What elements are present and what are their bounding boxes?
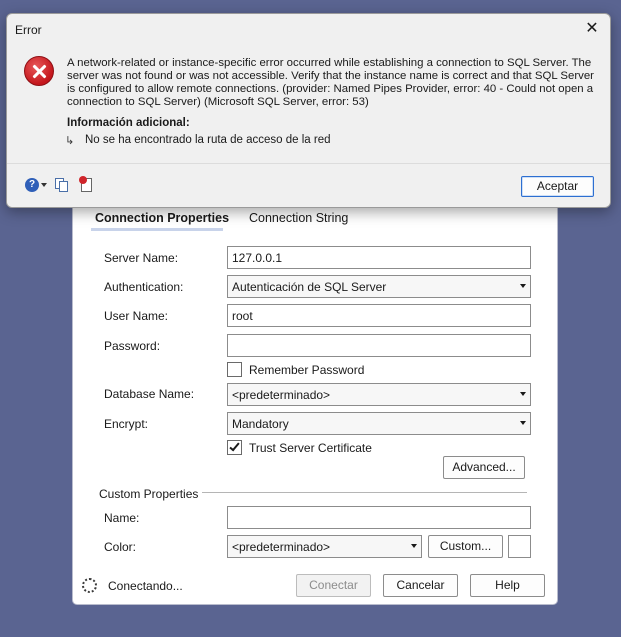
custom-name-label: Name: [104,511,140,525]
advanced-button[interactable]: Advanced... [443,456,525,479]
custom-color-button[interactable]: Custom... [428,535,503,558]
database-name-select[interactable]: <predeterminado> [227,383,531,406]
authentication-value: Autenticación de SQL Server [232,280,387,294]
custom-properties-title: Custom Properties [99,487,199,501]
custom-properties-divider [202,492,527,493]
connect-button[interactable]: Conectar [296,574,371,597]
color-select[interactable]: <predeterminado> [227,535,422,558]
status-text: Conectando... [108,579,183,593]
tab-connection-properties[interactable]: Connection Properties [95,211,229,225]
authentication-select[interactable]: Autenticación de SQL Server [227,275,531,298]
help-button[interactable]: Help [470,574,545,597]
password-input[interactable] [227,334,531,357]
help-dropdown-icon[interactable] [41,183,47,187]
error-icon [24,56,54,86]
encrypt-label: Encrypt: [104,417,149,431]
copy-icon[interactable] [55,178,70,193]
authentication-label: Authentication: [104,280,184,294]
additional-info-title: Información adicional: [67,117,190,129]
encrypt-select[interactable]: Mandatory [227,412,531,435]
tab-connection-string[interactable]: Connection String [249,211,348,225]
password-label: Password: [104,339,161,353]
color-label: Color: [104,540,137,554]
error-dialog: Error ✕ A network-related or instance-sp… [6,13,611,208]
tree-arrow-icon: ↳ [65,135,75,147]
server-name-label: Server Name: [104,251,179,265]
chevron-down-icon [411,544,417,548]
remember-password-label: Remember Password [249,363,365,377]
remember-password-checkbox[interactable] [227,362,242,377]
color-value: <predeterminado> [232,540,331,554]
close-icon[interactable]: ✕ [582,18,602,38]
user-name-label: User Name: [104,309,169,323]
encrypt-value: Mandatory [232,417,289,431]
help-icon[interactable]: ? [25,178,39,192]
chevron-down-icon [520,392,526,396]
database-name-label: Database Name: [104,387,195,401]
additional-info-text: No se ha encontrado la ruta de acceso de… [85,134,331,146]
trust-server-certificate-checkbox[interactable] [227,440,242,455]
ok-button[interactable]: Aceptar [521,176,594,197]
server-name-input[interactable]: 127.0.0.1 [227,246,531,269]
database-name-value: <predeterminado> [232,388,331,402]
details-icon[interactable] [79,176,95,193]
active-tab-indicator [91,228,223,231]
chevron-down-icon [520,421,526,425]
user-name-input[interactable]: root [227,304,531,327]
error-dialog-title: Error [15,23,42,37]
checkmark-icon [229,440,240,452]
error-dialog-footer: ? Aceptar [7,163,610,207]
cancel-button[interactable]: Cancelar [383,574,458,597]
custom-name-input[interactable] [227,506,531,529]
connection-dialog: Connection Properties Connection String … [73,199,557,604]
error-message: A network-related or instance-specific e… [67,57,594,108]
color-swatch[interactable] [508,535,531,558]
trust-server-certificate-label: Trust Server Certificate [249,441,372,455]
chevron-down-icon [520,284,526,288]
loading-spinner-icon [82,578,97,593]
